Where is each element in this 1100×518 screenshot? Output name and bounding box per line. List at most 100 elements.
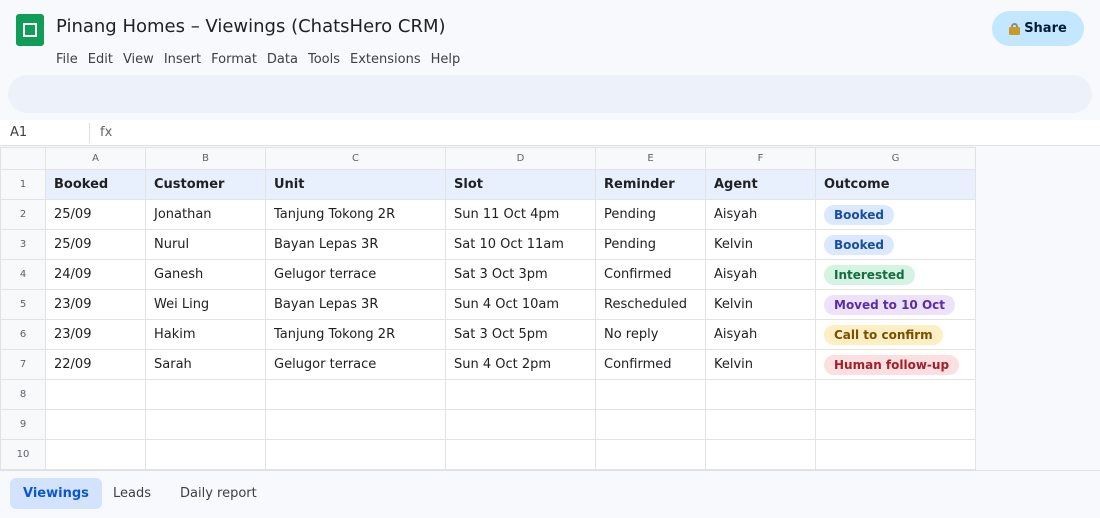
- cell-booked[interactable]: 23/09: [45, 319, 146, 350]
- cell-agent[interactable]: Kelvin: [705, 229, 816, 260]
- cell-agent[interactable]: Kelvin: [705, 289, 816, 320]
- row-number[interactable]: 9: [0, 409, 46, 440]
- column-header-g[interactable]: G: [815, 147, 976, 170]
- empty-cell[interactable]: [705, 409, 816, 440]
- menu-extensions[interactable]: Extensions: [350, 52, 421, 67]
- empty-cell[interactable]: [815, 409, 976, 440]
- cell-unit[interactable]: Tanjung Tokong 2R: [265, 319, 446, 350]
- menu-file[interactable]: File: [56, 52, 78, 67]
- empty-cell[interactable]: [265, 379, 446, 410]
- cell-slot[interactable]: Sat 3 Oct 5pm: [445, 319, 596, 350]
- name-box[interactable]: A1: [10, 125, 80, 140]
- column-header-c[interactable]: C: [265, 147, 446, 170]
- empty-cell[interactable]: [45, 409, 146, 440]
- row-number[interactable]: 5: [0, 289, 46, 320]
- menu-edit[interactable]: Edit: [88, 52, 113, 67]
- column-header-e[interactable]: E: [595, 147, 706, 170]
- cell-reminder[interactable]: Confirmed: [595, 349, 706, 380]
- tab-daily-report[interactable]: Daily report: [167, 478, 270, 509]
- empty-cell[interactable]: [45, 379, 146, 410]
- cell-booked[interactable]: 22/09: [45, 349, 146, 380]
- row-number[interactable]: 2: [0, 199, 46, 230]
- cell-customer[interactable]: Nurul: [145, 229, 266, 260]
- row-number[interactable]: 8: [0, 379, 46, 410]
- empty-cell[interactable]: [145, 439, 266, 470]
- empty-cell[interactable]: [705, 379, 816, 410]
- cell-outcome[interactable]: Booked: [815, 229, 976, 260]
- cell-customer[interactable]: Jonathan: [145, 199, 266, 230]
- cell-slot[interactable]: Sun 4 Oct 10am: [445, 289, 596, 320]
- cell-customer[interactable]: Sarah: [145, 349, 266, 380]
- cell-slot[interactable]: Sat 3 Oct 3pm: [445, 259, 596, 290]
- column-header-a[interactable]: A: [45, 147, 146, 170]
- document-title[interactable]: Pinang Homes – Viewings (ChatsHero CRM): [56, 16, 446, 37]
- empty-cell[interactable]: [265, 409, 446, 440]
- cell-slot[interactable]: Sun 11 Oct 4pm: [445, 199, 596, 230]
- menu-help[interactable]: Help: [431, 52, 461, 67]
- row-number[interactable]: 4: [0, 259, 46, 290]
- header-cell-booked[interactable]: Booked: [45, 169, 146, 200]
- empty-cell[interactable]: [815, 379, 976, 410]
- empty-cell[interactable]: [45, 439, 146, 470]
- menu-data[interactable]: Data: [267, 52, 298, 67]
- cell-reminder[interactable]: Pending: [595, 229, 706, 260]
- empty-cell[interactable]: [445, 409, 596, 440]
- cell-booked[interactable]: 25/09: [45, 229, 146, 260]
- cell-booked[interactable]: 25/09: [45, 199, 146, 230]
- empty-cell[interactable]: [145, 409, 266, 440]
- menu-insert[interactable]: Insert: [164, 52, 201, 67]
- menu-format[interactable]: Format: [211, 52, 257, 67]
- cell-outcome[interactable]: Booked: [815, 199, 976, 230]
- menu-tools[interactable]: Tools: [308, 52, 340, 67]
- column-header-f[interactable]: F: [705, 147, 816, 170]
- cell-customer[interactable]: Wei Ling: [145, 289, 266, 320]
- cell-unit[interactable]: Tanjung Tokong 2R: [265, 199, 446, 230]
- cell-booked[interactable]: 24/09: [45, 259, 146, 290]
- cell-outcome[interactable]: Interested: [815, 259, 976, 290]
- row-number[interactable]: 6: [0, 319, 46, 350]
- cell-slot[interactable]: Sun 4 Oct 2pm: [445, 349, 596, 380]
- header-cell-outcome[interactable]: Outcome: [815, 169, 976, 200]
- cell-agent[interactable]: Kelvin: [705, 349, 816, 380]
- row-number[interactable]: 7: [0, 349, 46, 380]
- empty-cell[interactable]: [595, 439, 706, 470]
- empty-cell[interactable]: [265, 439, 446, 470]
- cell-unit[interactable]: Bayan Lepas 3R: [265, 229, 446, 260]
- column-header-b[interactable]: B: [145, 147, 266, 170]
- cell-outcome[interactable]: Human follow-up: [815, 349, 976, 380]
- cell-reminder[interactable]: Confirmed: [595, 259, 706, 290]
- header-cell-agent[interactable]: Agent: [705, 169, 816, 200]
- empty-cell[interactable]: [815, 439, 976, 470]
- cell-customer[interactable]: Hakim: [145, 319, 266, 350]
- header-cell-reminder[interactable]: Reminder: [595, 169, 706, 200]
- row-number[interactable]: 3: [0, 229, 46, 260]
- cell-unit[interactable]: Gelugor terrace: [265, 259, 446, 290]
- empty-cell[interactable]: [145, 379, 266, 410]
- cell-agent[interactable]: Aisyah: [705, 259, 816, 290]
- cell-slot[interactable]: Sat 10 Oct 11am: [445, 229, 596, 260]
- cell-customer[interactable]: Ganesh: [145, 259, 266, 290]
- cell-unit[interactable]: Bayan Lepas 3R: [265, 289, 446, 320]
- empty-cell[interactable]: [595, 409, 706, 440]
- share-button[interactable]: Share: [992, 11, 1084, 46]
- select-all-corner[interactable]: [0, 147, 46, 170]
- tab-viewings[interactable]: Viewings: [10, 478, 102, 509]
- cell-reminder[interactable]: No reply: [595, 319, 706, 350]
- sheets-logo-icon[interactable]: [16, 14, 44, 46]
- cell-reminder[interactable]: Pending: [595, 199, 706, 230]
- menu-view[interactable]: View: [123, 52, 154, 67]
- cell-agent[interactable]: Aisyah: [705, 199, 816, 230]
- empty-cell[interactable]: [705, 439, 816, 470]
- tab-leads[interactable]: Leads: [100, 478, 164, 509]
- cell-outcome[interactable]: Call to confirm: [815, 319, 976, 350]
- cell-agent[interactable]: Aisyah: [705, 319, 816, 350]
- row-number[interactable]: 1: [0, 169, 46, 200]
- cell-unit[interactable]: Gelugor terrace: [265, 349, 446, 380]
- cell-reminder[interactable]: Rescheduled: [595, 289, 706, 320]
- row-number[interactable]: 10: [0, 439, 46, 470]
- header-cell-slot[interactable]: Slot: [445, 169, 596, 200]
- empty-cell[interactable]: [445, 439, 596, 470]
- header-cell-unit[interactable]: Unit: [265, 169, 446, 200]
- column-header-d[interactable]: D: [445, 147, 596, 170]
- empty-cell[interactable]: [445, 379, 596, 410]
